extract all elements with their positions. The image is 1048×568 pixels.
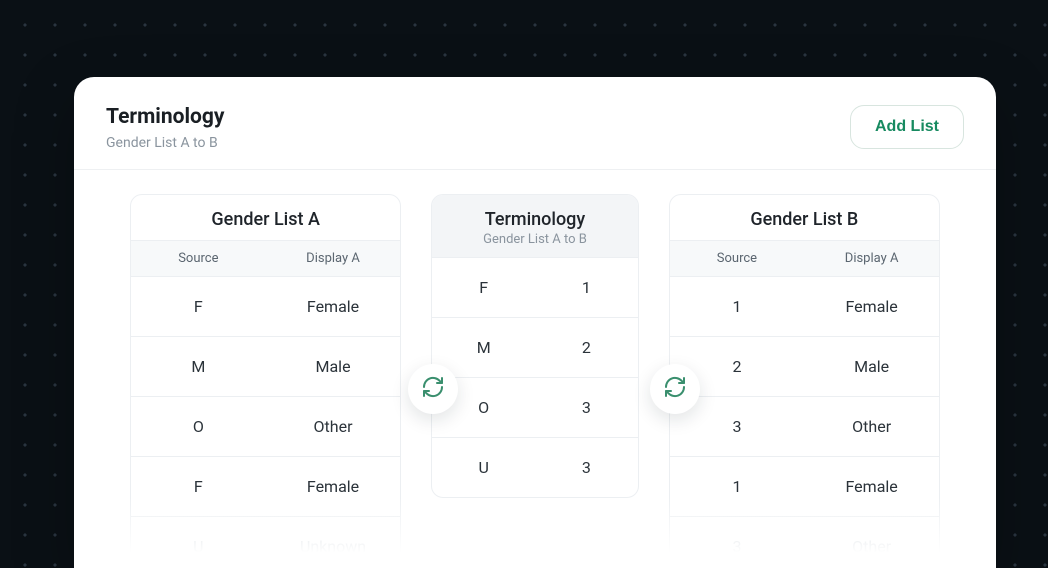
cell: Female <box>266 457 401 516</box>
table-row: 1 Female <box>670 457 939 517</box>
table-row: O 3 <box>432 378 637 438</box>
sync-icon <box>421 375 445 403</box>
cell: Other <box>266 397 401 456</box>
cell: U <box>131 517 266 568</box>
page-title: Terminology <box>106 105 224 129</box>
table-row: U 3 <box>432 438 637 497</box>
table-row: 3 Other <box>670 517 939 568</box>
cell: Female <box>266 277 401 336</box>
panel-terminology-mapping: Terminology Gender List A to B F 1 M 2 O… <box>431 194 638 498</box>
sync-icon <box>663 375 687 403</box>
panel-a-column-header: Source Display A <box>131 240 400 277</box>
panel-b-column-header: Source Display A <box>670 240 939 277</box>
sync-badge-right[interactable] <box>650 364 700 414</box>
table-row: M 2 <box>432 318 637 378</box>
table-row: F 1 <box>432 258 637 318</box>
table-row: F Female <box>131 457 400 517</box>
cell: O <box>131 397 266 456</box>
cell: F <box>432 258 535 317</box>
panel-b-col2-label: Display A <box>804 241 939 276</box>
page-subtitle: Gender List A to B <box>106 135 224 151</box>
panel-a-title: Gender List A <box>131 195 400 240</box>
card-header: Terminology Gender List A to B Add List <box>74 77 996 170</box>
header-text-block: Terminology Gender List A to B <box>106 105 224 151</box>
cell: Female <box>804 277 939 336</box>
cell: 3 <box>670 517 805 568</box>
table-row: M Male <box>131 337 400 397</box>
cell: U <box>432 438 535 497</box>
panel-b-col1-label: Source <box>670 241 805 276</box>
panel-b-title: Gender List B <box>670 195 939 240</box>
panel-gender-list-b: Gender List B Source Display A 1 Female … <box>669 194 940 568</box>
panel-a-col2-label: Display A <box>266 241 401 276</box>
add-list-button[interactable]: Add List <box>850 105 964 149</box>
cell: 3 <box>535 438 638 497</box>
panel-t-title: Terminology <box>432 195 637 232</box>
table-row: 2 Male <box>670 337 939 397</box>
cell: F <box>131 457 266 516</box>
table-row: O Other <box>131 397 400 457</box>
cell: Other <box>804 517 939 568</box>
table-row: U Unknown <box>131 517 400 568</box>
panel-t-subtitle: Gender List A to B <box>432 232 637 247</box>
cell: Other <box>804 397 939 456</box>
panel-gender-list-a: Gender List A Source Display A F Female … <box>130 194 401 568</box>
sync-badge-left[interactable] <box>408 364 458 414</box>
table-row: 3 Other <box>670 397 939 457</box>
card-body: Gender List A Source Display A F Female … <box>74 170 996 568</box>
terminology-card: Terminology Gender List A to B Add List … <box>74 77 996 568</box>
cell: Female <box>804 457 939 516</box>
cell: 1 <box>535 258 638 317</box>
cell: 1 <box>670 457 805 516</box>
panels-row: Gender List A Source Display A F Female … <box>130 194 940 568</box>
cell: Male <box>804 337 939 396</box>
cell: Male <box>266 337 401 396</box>
cell: M <box>131 337 266 396</box>
panel-t-header-wrap: Terminology Gender List A to B <box>432 195 637 258</box>
cell: Unknown <box>266 517 401 568</box>
cell: F <box>131 277 266 336</box>
cell: 2 <box>535 318 638 377</box>
table-row: 1 Female <box>670 277 939 337</box>
panel-a-col1-label: Source <box>131 241 266 276</box>
cell: 3 <box>535 378 638 437</box>
cell: 1 <box>670 277 805 336</box>
table-row: F Female <box>131 277 400 337</box>
